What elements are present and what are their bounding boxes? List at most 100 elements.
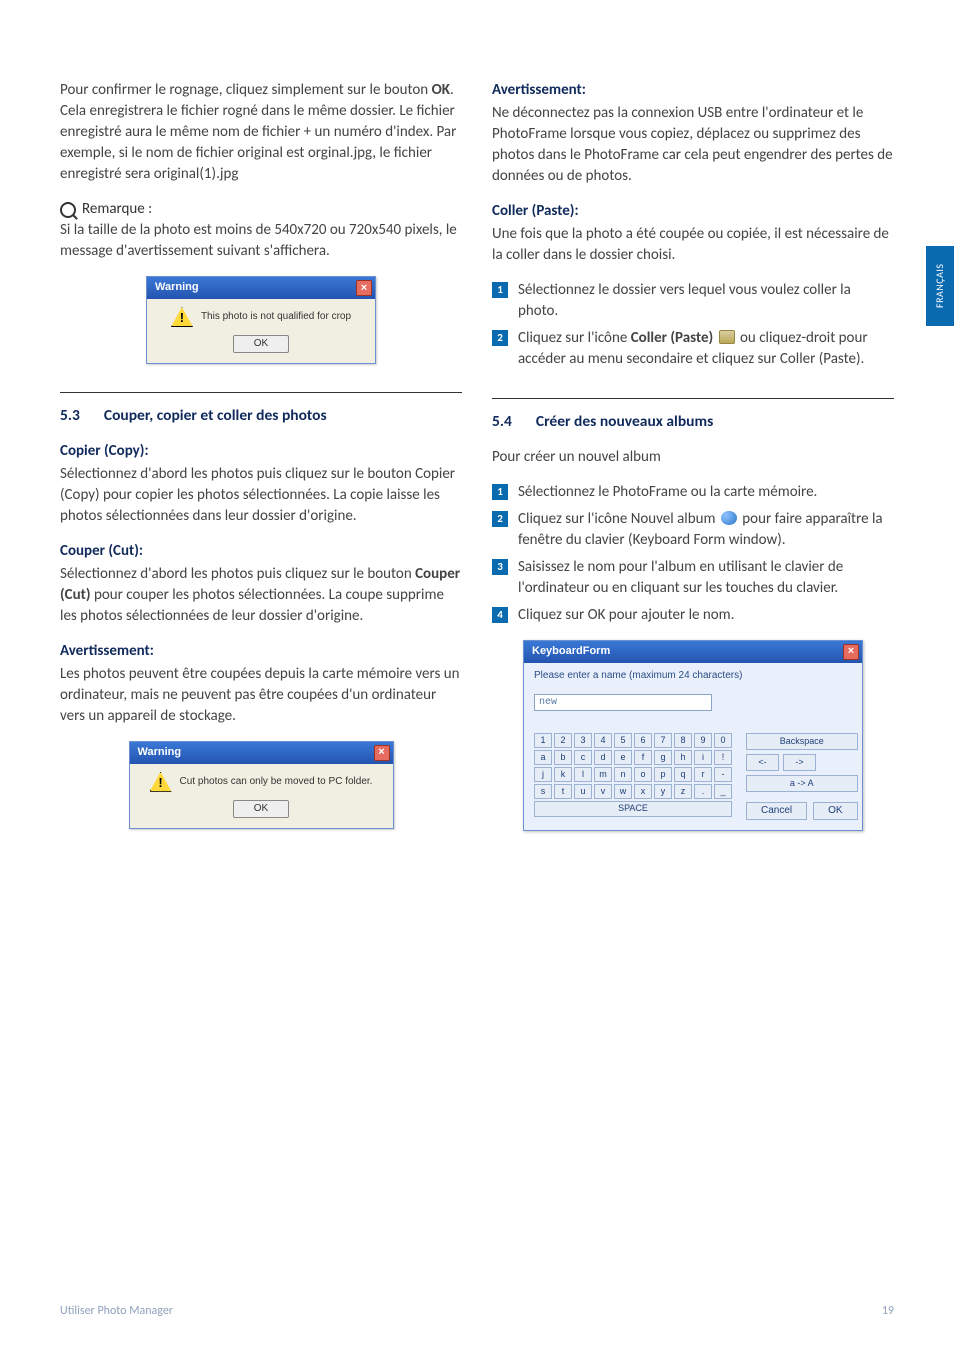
avert2-text: Ne déconnectez pas la connexion USB entr…: [492, 103, 894, 187]
keyboard-key[interactable]: j: [534, 767, 552, 782]
note-row: Remarque :: [60, 199, 462, 220]
dialog-titlebar: KeyboardForm ×: [524, 641, 862, 663]
step-number-icon: 2: [492, 511, 508, 527]
keyboard-key[interactable]: 0: [714, 733, 732, 748]
dialog-titlebar: Warning ×: [147, 277, 375, 299]
keyboard-form-dialog: KeyboardForm × Please enter a name (maxi…: [523, 640, 863, 831]
keyboard-key[interactable]: 3: [574, 733, 592, 748]
album-name-input[interactable]: [534, 694, 712, 711]
ok-button[interactable]: OK: [233, 800, 289, 818]
text: pour couper les photos sélectionnées. La…: [60, 586, 444, 625]
dialog-titlebar: Warning ×: [130, 742, 393, 764]
keyboard-keys-grid: 1234567890 abcdefghi! jklmnopqr- stuvwxyz._: [534, 733, 732, 799]
section-title: Couper, copier et coller des photos: [104, 405, 327, 427]
step-number-icon: 4: [492, 607, 508, 623]
keyboard-key[interactable]: h: [674, 750, 692, 765]
keyboard-key[interactable]: w: [614, 784, 632, 799]
keyboard-key[interactable]: 2: [554, 733, 572, 748]
keyboard-key[interactable]: !: [714, 750, 732, 765]
ok-button[interactable]: OK: [233, 335, 289, 353]
keyboard-key[interactable]: y: [654, 784, 672, 799]
keyboard-key[interactable]: 6: [634, 733, 652, 748]
keyboard-key[interactable]: 5: [614, 733, 632, 748]
section-rule: [492, 398, 894, 399]
step-number-icon: 2: [492, 330, 508, 346]
section-5-4-heading: 5.4 Créer des nouveaux albums: [492, 411, 894, 433]
ok-bold: OK: [432, 81, 450, 99]
step-number-icon: 1: [492, 484, 508, 500]
keyboard-key[interactable]: 4: [594, 733, 612, 748]
keyboard-key[interactable]: 9: [694, 733, 712, 748]
copy-subhead: Copier (Copy):: [60, 441, 462, 462]
keyboard-key[interactable]: a: [534, 750, 552, 765]
text: Copier (Copy): [60, 442, 144, 460]
space-key[interactable]: SPACE: [534, 801, 732, 817]
keyboard-key[interactable]: v: [594, 784, 612, 799]
keyboard-key[interactable]: b: [554, 750, 572, 765]
keyboard-key[interactable]: l: [574, 767, 592, 782]
keyboard-key[interactable]: -: [714, 767, 732, 782]
section-number: 5.3: [60, 405, 80, 427]
keyboard-key[interactable]: p: [654, 767, 672, 782]
keyboard-key[interactable]: r: [694, 767, 712, 782]
keyboard-key[interactable]: 1: [534, 733, 552, 748]
keyboard-key[interactable]: q: [674, 767, 692, 782]
keyboard-key[interactable]: k: [554, 767, 572, 782]
keyboard-key[interactable]: n: [614, 767, 632, 782]
keyboard-prompt: Please enter a name (maximum 24 characte…: [534, 669, 852, 683]
shift-key[interactable]: a -> A: [746, 775, 858, 792]
dialog-message: This photo is not qualified for crop: [201, 310, 351, 324]
keyboard-area: 1234567890 abcdefghi! jklmnopqr- stuvwxyz._…: [534, 733, 852, 820]
warning-icon: [150, 772, 172, 792]
avert-text: Les photos peuvent être coupées depuis l…: [60, 664, 462, 727]
keyboard-key[interactable]: t: [554, 784, 572, 799]
text: Pour confirmer le rognage, cliquez simpl…: [60, 81, 432, 99]
dialog-body: Please enter a name (maximum 24 characte…: [524, 663, 862, 830]
dialog-message: Cut photos can only be moved to PC folde…: [180, 775, 373, 789]
warning-dialog-crop: Warning × This photo is not qualified fo…: [146, 276, 376, 364]
keyboard-key[interactable]: .: [694, 784, 712, 799]
keyboard-key[interactable]: g: [654, 750, 672, 765]
page-footer: Utiliser Photo Manager 19: [60, 1303, 894, 1320]
keyboard-key[interactable]: 8: [674, 733, 692, 748]
close-icon[interactable]: ×: [374, 745, 390, 761]
backspace-key[interactable]: Backspace: [746, 733, 858, 750]
keyboard-key[interactable]: z: [674, 784, 692, 799]
ok-button[interactable]: OK: [813, 802, 857, 820]
note-icon: [60, 202, 76, 218]
cut-subhead: Couper (Cut):: [60, 541, 462, 562]
keyboard-key[interactable]: 7: [654, 733, 672, 748]
left-column: Pour confirmer le rognage, cliquez simpl…: [60, 80, 462, 847]
new-album-icon: [721, 511, 737, 525]
arrow-left-key[interactable]: <-: [746, 754, 779, 771]
keyboard-key[interactable]: e: [614, 750, 632, 765]
keyboard-key[interactable]: i: [694, 750, 712, 765]
dialog-title: KeyboardForm: [532, 644, 610, 659]
keyboard-key[interactable]: x: [634, 784, 652, 799]
keyboard-key[interactable]: s: [534, 784, 552, 799]
section-number: 5.4: [492, 411, 512, 433]
section-5-3-heading: 5.3 Couper, copier et coller des photos: [60, 405, 462, 427]
keyboard-key[interactable]: o: [634, 767, 652, 782]
close-icon[interactable]: ×: [843, 644, 859, 660]
sec54-intro: Pour créer un nouvel album: [492, 447, 894, 468]
keyboard-key[interactable]: d: [594, 750, 612, 765]
step-2: 2 Cliquez sur l'icône Coller (Paste) ou …: [492, 328, 894, 370]
arrow-right-key[interactable]: ->: [783, 754, 816, 771]
paste-subhead: Coller (Paste):: [492, 201, 894, 222]
close-icon[interactable]: ×: [356, 280, 372, 296]
footer-left: Utiliser Photo Manager: [60, 1303, 173, 1320]
keyboard-key[interactable]: f: [634, 750, 652, 765]
keyboard-key[interactable]: m: [594, 767, 612, 782]
keyboard-key[interactable]: c: [574, 750, 592, 765]
note-text: Si la taille de la photo est moins de 54…: [60, 220, 462, 262]
dialog-body: This photo is not qualified for crop OK: [147, 299, 375, 363]
language-tab: FRANÇAIS: [926, 246, 954, 326]
cancel-button[interactable]: Cancel: [746, 802, 807, 820]
keyboard-key[interactable]: _: [714, 784, 732, 799]
dialog-body: Cut photos can only be moved to PC folde…: [130, 764, 393, 828]
step-3: 3 Saisissez le nom pour l'album en utili…: [492, 557, 894, 599]
step-1: 1 Sélectionnez le dossier vers lequel vo…: [492, 280, 894, 322]
keyboard-key[interactable]: u: [574, 784, 592, 799]
avert-subhead: Avertissement:: [60, 641, 462, 662]
